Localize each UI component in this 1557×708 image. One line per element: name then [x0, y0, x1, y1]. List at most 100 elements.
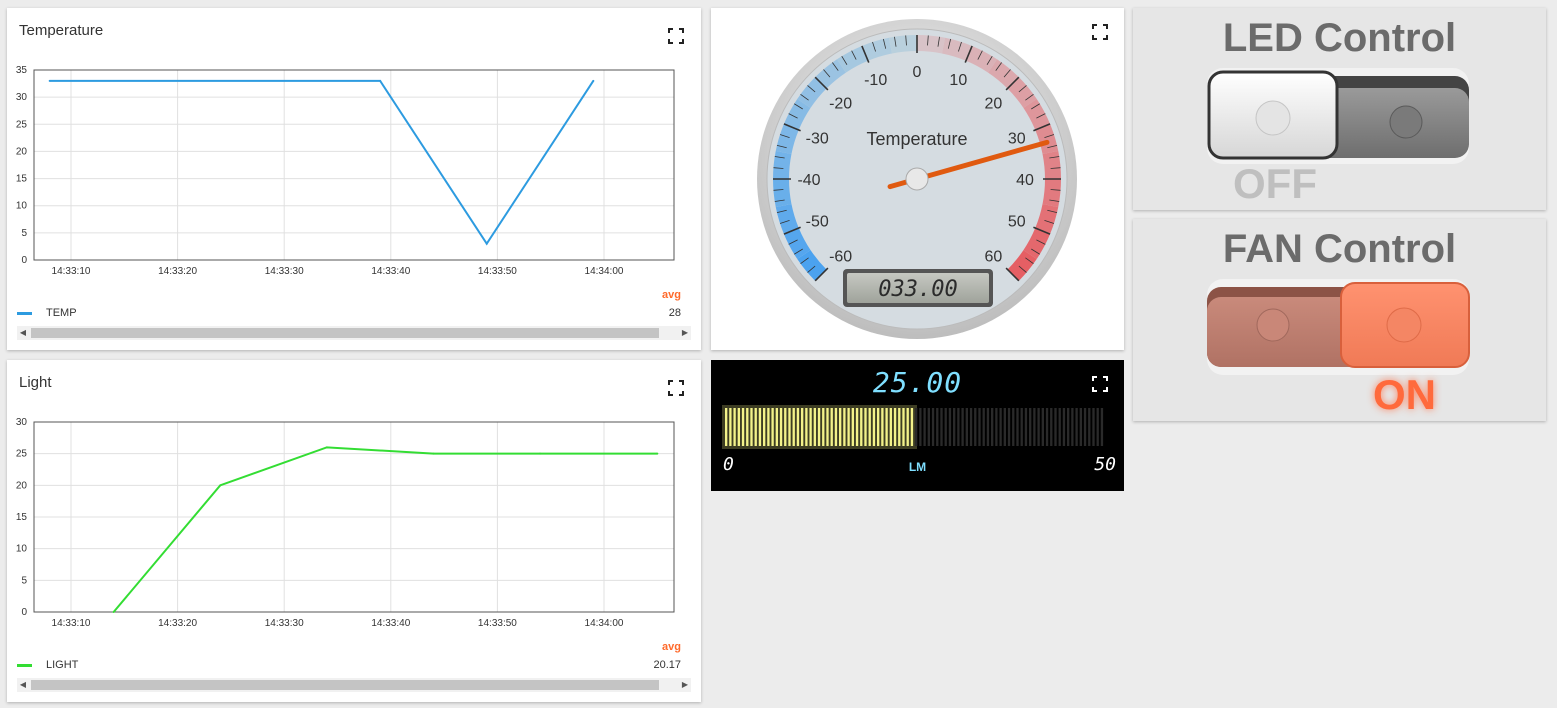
data-point [592, 79, 595, 82]
bar-segment-unlit [1037, 408, 1040, 446]
led-toggle-switch[interactable] [1205, 66, 1475, 166]
y-tick-label: 5 [21, 228, 27, 239]
y-tick-label: 0 [21, 255, 27, 266]
gauge-title: Temperature [866, 129, 967, 149]
scroll-right-icon[interactable]: ▶ [679, 678, 691, 692]
y-tick-label: 35 [16, 65, 28, 76]
scroll-thumb[interactable] [31, 680, 659, 690]
y-tick-label: 30 [16, 92, 28, 103]
avg-label: avg [662, 641, 681, 653]
bar-segment-unlit [919, 408, 922, 446]
bar-segment-unlit [1033, 408, 1036, 446]
fan-toggle-switch[interactable] [1205, 277, 1475, 377]
bar-segment-unlit [995, 408, 998, 446]
fan-state-label: ON [1373, 371, 1436, 418]
bar-segment-lit [817, 408, 821, 446]
y-tick-label: 0 [21, 607, 27, 618]
scroll-right-icon[interactable]: ▶ [679, 326, 691, 340]
scroll-left-icon[interactable]: ◀ [17, 326, 29, 340]
temperature-gauge-card: -60 -50 -40 -30 -20 -10 0 10 20 30 40 50 60 Temperat… [711, 8, 1124, 350]
horizontal-scrollbar[interactable]: ◀ ▶ [17, 326, 691, 340]
bar-segment-unlit [1029, 408, 1032, 446]
bar-segment-unlit [931, 408, 935, 446]
bar-segment-lit [746, 408, 749, 446]
y-tick-label: 20 [16, 480, 28, 491]
x-tick-label: 14:33:20 [158, 266, 197, 277]
x-tick-label: 14:33:20 [158, 618, 197, 629]
bar-segment-unlit [948, 408, 952, 446]
gauge-band-segment [1042, 179, 1061, 208]
bar-segment-lit [729, 408, 732, 446]
gauge-tick-label: 0 [913, 64, 922, 81]
y-tick-label: 10 [16, 201, 28, 212]
bar-segment-unlit [1079, 408, 1082, 446]
bar-segment-unlit [1024, 408, 1028, 446]
bar-segment-unlit [1012, 408, 1015, 446]
bar-segment-lit [889, 408, 892, 446]
y-tick-label: 30 [16, 417, 28, 428]
legend-avg-value: 28 [668, 307, 681, 319]
bar-segment-unlit [961, 408, 964, 446]
bar-segment-lit [839, 408, 842, 446]
bar-segment-lit [725, 408, 728, 446]
series-line [49, 79, 595, 246]
legend-item-light[interactable]: LIGHT [17, 659, 78, 671]
bar-segment-lit [847, 408, 850, 446]
bar-segment-lit [737, 408, 740, 446]
gauge-band-segment [917, 35, 946, 54]
plot-border [33, 69, 675, 261]
fan-control-card: FAN Control ON [1133, 219, 1546, 421]
gauge-tick-label: -20 [829, 96, 852, 113]
bar-segment-unlit [1045, 408, 1049, 446]
data-point [379, 79, 382, 82]
data-point [219, 484, 222, 487]
bar-segment-lit [805, 408, 808, 446]
bar-segment-lit [813, 408, 816, 446]
bar-segment-unlit [1067, 408, 1070, 446]
y-tick-label: 25 [16, 449, 28, 460]
gauge-tick-label: -60 [829, 248, 852, 265]
series-line [112, 446, 658, 613]
bar-segment-unlit [1100, 408, 1104, 446]
y-tick-label: 20 [16, 146, 28, 157]
bar-segment-unlit [923, 408, 926, 446]
bar-segment-unlit [927, 408, 930, 446]
bar-segment-lit [910, 408, 914, 446]
bar-segment-lit [788, 408, 791, 446]
bar-segment-lit [775, 408, 778, 446]
bar-segment-unlit [991, 408, 994, 446]
temperature-line-chart: 0 5 10 15 20 25 30 35 14:33:10 14:33:20 14:33:30 14… [16, 65, 675, 277]
bar-segment-lit [784, 408, 787, 446]
x-tick-label: 14:33:10 [52, 618, 91, 629]
gauge-lcd-value: 033.00 [878, 277, 957, 302]
bar-segment-lit [822, 408, 825, 446]
bar-segment-lit [771, 408, 774, 446]
bar-segment-lit [877, 408, 880, 446]
bar-segment-unlit [915, 408, 918, 446]
bar-segment-lit [855, 408, 859, 446]
light-line-chart: 0 5 10 15 20 25 30 14:33:10 14:33:20 14:33:30 14:3… [16, 417, 675, 629]
led-control-card: LED Control OFF [1133, 8, 1546, 210]
x-tick-label: 14:33:30 [265, 266, 304, 277]
legend-swatch [17, 663, 32, 667]
bar-segment-unlit [1007, 408, 1011, 446]
light-bar-unit: LM [908, 460, 927, 474]
bar-segment-unlit [940, 408, 943, 446]
bar-segment-lit [792, 408, 795, 446]
bar-segment-lit [830, 408, 833, 446]
bar-segment-lit [898, 408, 901, 446]
x-tick-label: 14:33:50 [478, 618, 517, 629]
gauge-needle-hub [905, 167, 929, 191]
light-level-bar-card: 25.00 0 LM 50 [711, 360, 1124, 491]
bar-segment-lit [902, 408, 905, 446]
legend-item-temp[interactable]: TEMP [17, 307, 77, 319]
gauge-band-segment [1042, 150, 1061, 179]
scroll-thumb[interactable] [31, 328, 659, 338]
y-tick-label: 15 [16, 512, 28, 523]
scroll-left-icon[interactable]: ◀ [17, 678, 29, 692]
data-point [485, 242, 488, 245]
bar-segment-unlit [974, 408, 977, 446]
x-tick-label: 14:33:40 [371, 618, 410, 629]
horizontal-scrollbar[interactable]: ◀ ▶ [17, 678, 691, 692]
gauge-tick-label: -30 [806, 131, 829, 148]
